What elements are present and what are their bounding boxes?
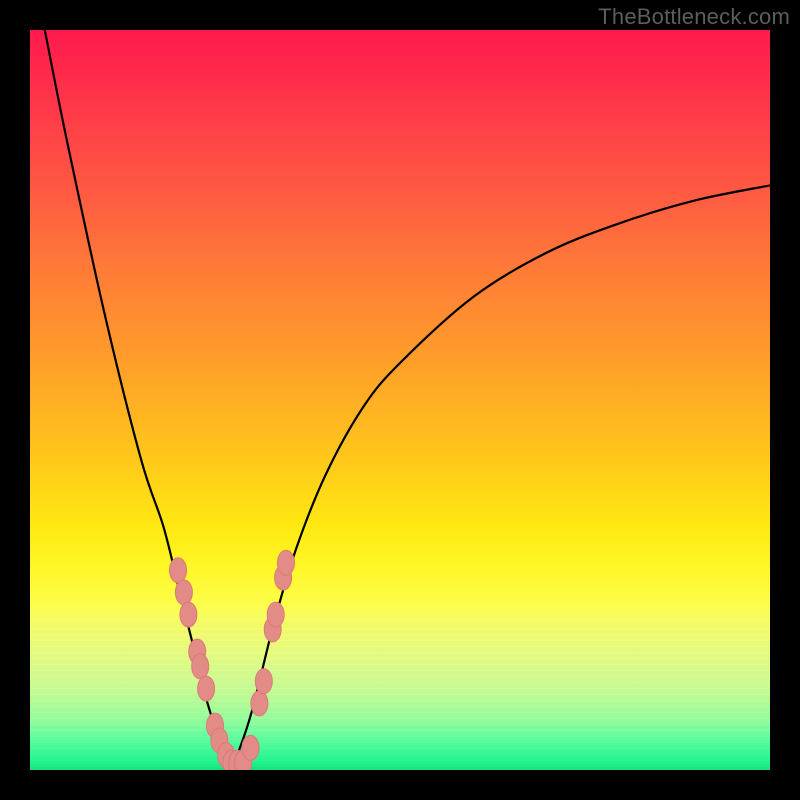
watermark-text: TheBottleneck.com xyxy=(598,4,790,30)
data-marker xyxy=(267,602,284,627)
data-marker xyxy=(242,735,259,760)
data-marker xyxy=(198,676,215,701)
curve-layer xyxy=(30,30,770,770)
data-marker xyxy=(180,602,197,627)
data-marker xyxy=(278,550,295,575)
data-marker xyxy=(255,669,272,694)
data-marker xyxy=(170,558,187,583)
plot-area xyxy=(30,30,770,770)
data-marker xyxy=(175,580,192,605)
data-marker xyxy=(251,691,268,716)
bottleneck-curve xyxy=(45,30,770,770)
data-marker xyxy=(192,654,209,679)
marker-group xyxy=(170,550,295,770)
